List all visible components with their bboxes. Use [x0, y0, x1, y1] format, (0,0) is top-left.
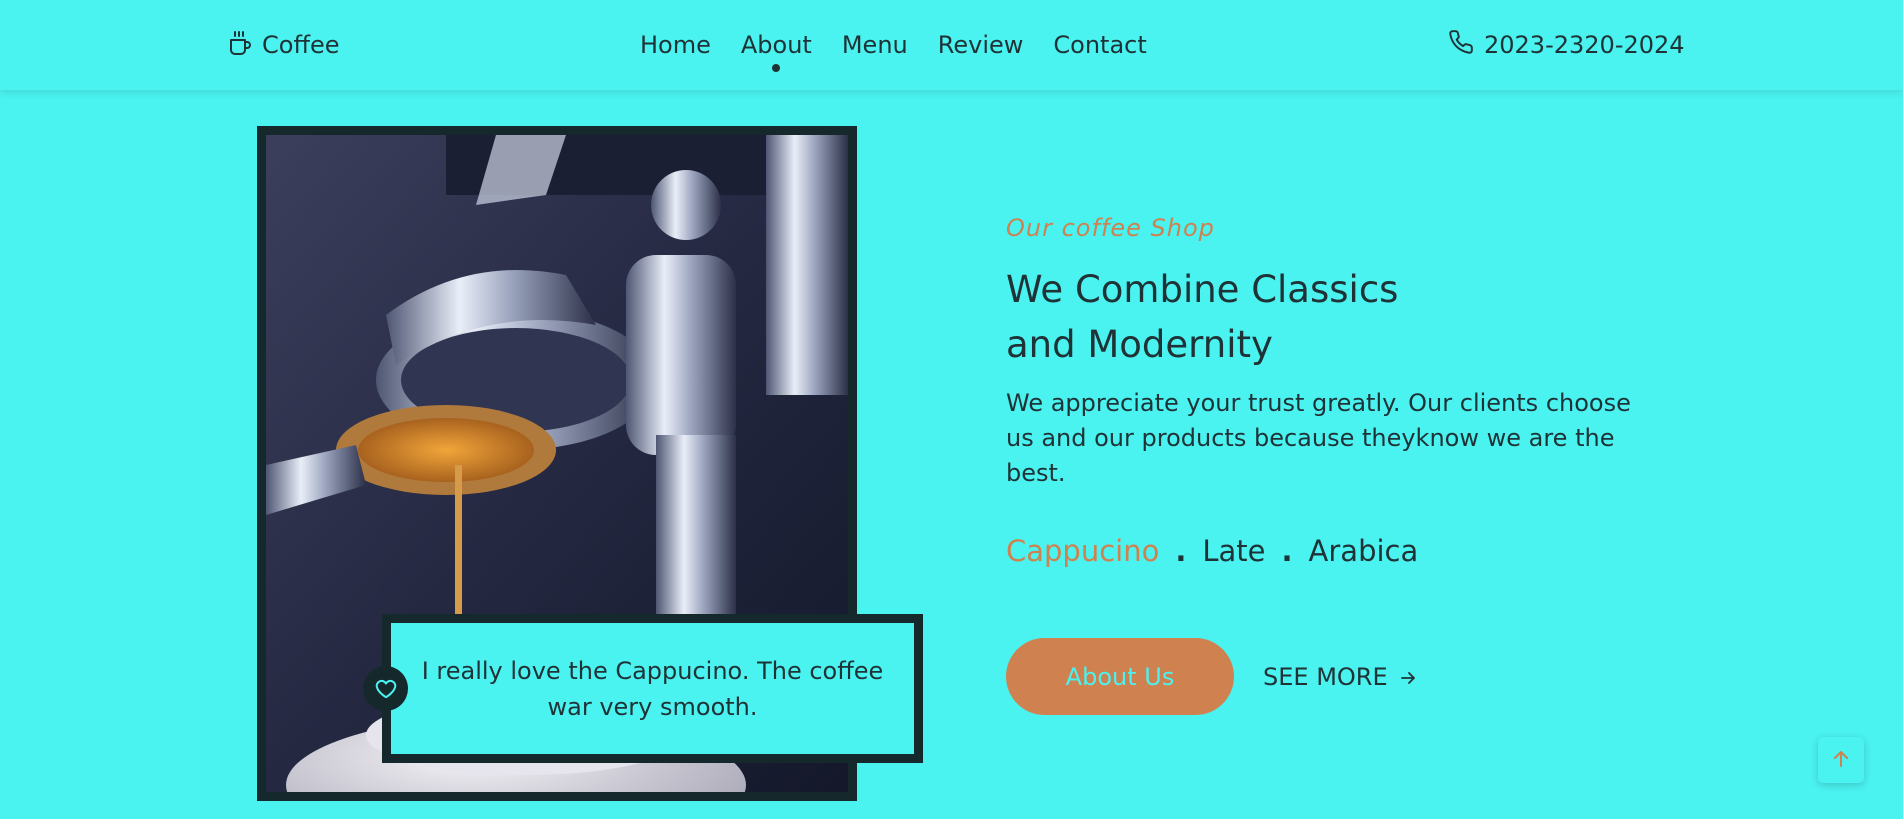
- logo-link[interactable]: Coffee: [228, 28, 340, 62]
- testimonial-card: I really love the Cappucino. The coffee …: [382, 614, 923, 763]
- heart-icon: [363, 666, 408, 711]
- section-eyebrow: Our coffee Shop: [1006, 214, 1215, 242]
- nav-about[interactable]: About: [741, 28, 812, 72]
- logo-text: Coffee: [262, 31, 340, 59]
- product-tags: Cappucino . Late . Arabica: [1006, 534, 1418, 568]
- tag-arabica[interactable]: Arabica: [1309, 534, 1419, 568]
- about-us-button[interactable]: About Us: [1006, 638, 1234, 715]
- phone-link[interactable]: 2023-2320-2024: [1448, 28, 1685, 62]
- main-nav: Home About Menu Review Contact: [640, 28, 1147, 72]
- section-description: We appreciate your trust greatly. Our cl…: [1006, 389, 1631, 487]
- section-headline: We Combine Classics and Modernity: [1006, 262, 1486, 372]
- nav-review[interactable]: Review: [938, 28, 1024, 62]
- headline-line-1: We Combine Classics: [1006, 268, 1399, 311]
- phone-icon: [1448, 29, 1474, 61]
- nav-home[interactable]: Home: [640, 28, 711, 62]
- coffee-cup-icon: [228, 30, 252, 60]
- tag-separator: .: [1281, 534, 1293, 568]
- arrow-right-icon: [1400, 663, 1416, 691]
- site-header: Coffee Home About Menu Review Contact 20…: [0, 0, 1903, 90]
- see-more-label: SEE MORE: [1263, 663, 1388, 691]
- testimonial-text: I really love the Cappucino. The coffee …: [421, 656, 884, 721]
- scroll-top-button[interactable]: [1818, 737, 1864, 783]
- see-more-link[interactable]: SEE MORE: [1263, 660, 1416, 694]
- tag-separator: .: [1175, 534, 1187, 568]
- arrow-up-icon: [1833, 750, 1849, 771]
- tag-late[interactable]: Late: [1202, 534, 1265, 568]
- nav-contact[interactable]: Contact: [1053, 28, 1146, 62]
- headline-line-2: and Modernity: [1006, 323, 1273, 366]
- nav-menu[interactable]: Menu: [842, 28, 908, 62]
- phone-number: 2023-2320-2024: [1484, 31, 1685, 59]
- tag-cappucino[interactable]: Cappucino: [1006, 534, 1159, 568]
